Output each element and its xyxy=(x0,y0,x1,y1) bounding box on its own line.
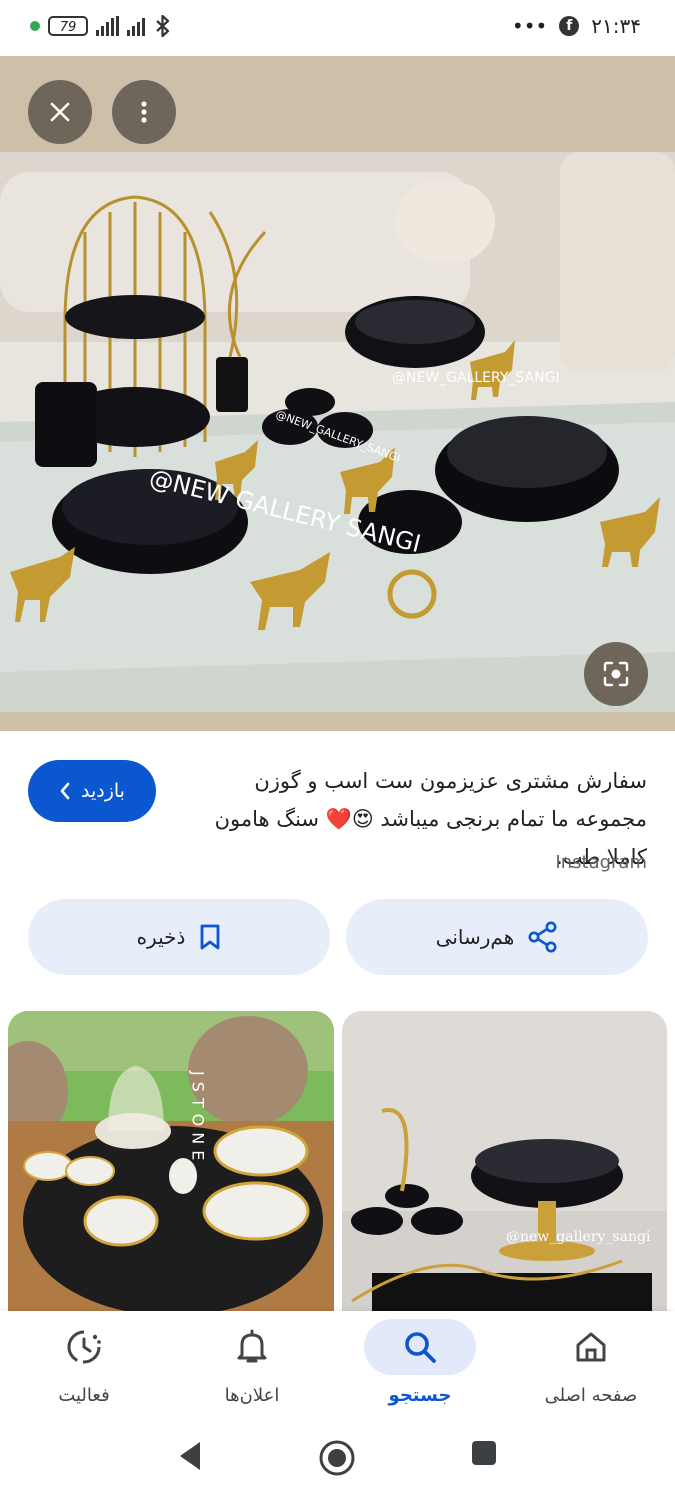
save-button[interactable]: ذخیره xyxy=(28,899,330,975)
chevron-left-icon xyxy=(60,782,70,800)
bluetooth-icon xyxy=(156,14,170,38)
facebook-icon: f xyxy=(559,16,580,36)
caption-row: بازدید سفارش مشتری عزیزمون ست اسب و گوزن… xyxy=(0,756,675,869)
share-icon xyxy=(528,921,557,953)
nav-search-active-pill xyxy=(364,1319,476,1375)
nav-search[interactable]: جستجو xyxy=(336,1311,504,1421)
nav-notifications-label: اعلان‌ها xyxy=(224,1385,280,1406)
related-photo-2: @new_gallery_sangi xyxy=(342,1011,667,1311)
nav-home-label: صفحه اصلی xyxy=(544,1385,638,1406)
visit-button[interactable]: بازدید xyxy=(28,760,156,822)
nav-activity-label: فعالیت xyxy=(58,1385,110,1406)
signal-icon xyxy=(96,16,119,36)
recents-icon[interactable] xyxy=(470,1439,498,1467)
bottom-navigation: فعالیت اعلان‌ها جستجو صفحه اصلی xyxy=(0,1311,675,1421)
source-label: Instagram xyxy=(555,852,647,873)
more-vertical-icon xyxy=(141,101,147,123)
signal-2-icon xyxy=(127,16,145,36)
nav-activity[interactable]: فعالیت xyxy=(0,1311,168,1421)
search-icon xyxy=(405,1332,436,1363)
close-icon xyxy=(50,102,70,122)
save-button-label: ذخیره xyxy=(136,925,186,949)
image-preview: @NEW_GALLERY_SANGI @NEW_GALLERY_SANGI @N… xyxy=(0,56,675,731)
nav-notifications[interactable]: اعلان‌ها xyxy=(168,1311,336,1421)
bookmark-icon xyxy=(201,924,220,950)
related-photo-1: JSTONE xyxy=(8,1011,334,1311)
more-notifications-icon: ••• xyxy=(511,14,548,38)
visit-button-label: بازدید xyxy=(81,780,125,802)
clock: ۲۱:۳۴ xyxy=(591,14,641,38)
more-options-button[interactable] xyxy=(112,80,176,144)
active-dot-icon xyxy=(30,21,40,31)
status-right: ••• f ۲۱:۳۴ xyxy=(512,14,641,38)
product-photo: @NEW_GALLERY_SANGI @NEW_GALLERY_SANGI @N… xyxy=(0,152,675,712)
related-image-1[interactable]: JSTONE xyxy=(8,1011,334,1311)
lens-search-button[interactable] xyxy=(584,642,648,706)
nav-home[interactable]: صفحه اصلی xyxy=(507,1311,675,1421)
related-watermark-2: @new_gallery_sangi xyxy=(506,1229,651,1245)
home-icon xyxy=(576,1332,606,1362)
share-button-label: هم‌رسانی xyxy=(435,925,515,949)
home-button-icon[interactable] xyxy=(318,1439,356,1477)
related-image-2[interactable]: @new_gallery_sangi xyxy=(342,1011,667,1311)
watermark-1: @NEW_GALLERY_SANGI xyxy=(392,370,560,386)
status-left: 79 xyxy=(30,14,173,38)
status-bar: 79 ••• f ۲۱:۳۴ xyxy=(0,0,675,56)
bell-icon xyxy=(237,1329,267,1363)
close-button[interactable] xyxy=(28,80,92,144)
related-watermark-1: JSTONE xyxy=(189,1070,208,1166)
back-icon[interactable] xyxy=(176,1439,204,1473)
system-navigation xyxy=(0,1421,675,1500)
share-button[interactable]: هم‌رسانی xyxy=(346,899,648,975)
nav-search-label: جستجو xyxy=(388,1385,452,1406)
battery-icon: 79 xyxy=(48,16,88,36)
lens-icon xyxy=(603,661,629,687)
activity-icon xyxy=(67,1330,101,1364)
